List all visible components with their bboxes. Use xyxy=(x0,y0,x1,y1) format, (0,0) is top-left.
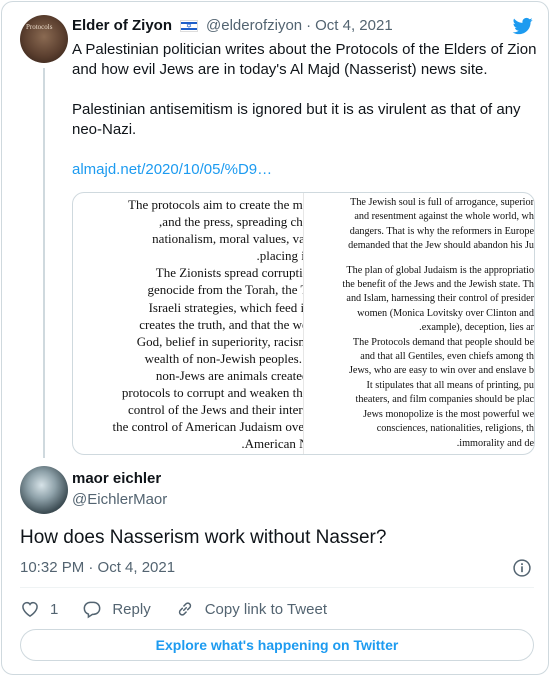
media-right-line: It stipulates that all means of printing… xyxy=(366,379,535,391)
parent-tweet-text: A Palestinian politician writes about th… xyxy=(72,40,537,180)
media-left-line: protocols to corrupt and weaken the xyxy=(121,385,304,401)
parent-tweet-paragraph-1: A Palestinian politician writes about th… xyxy=(72,41,537,78)
parent-tweet-header: Elder of Ziyon ✡ @elderofziyon · Oct 4, … xyxy=(72,17,393,34)
link-icon xyxy=(178,602,191,616)
parent-tweet-paragraph-2: Palestinian antisemitism is ignored but … xyxy=(72,101,521,138)
media-right-line: women (Monica Lovitsky over Clinton and xyxy=(357,307,534,319)
media-paragraph-gap xyxy=(306,254,535,264)
info-icon[interactable] xyxy=(512,558,532,578)
media-left-line: non-Jews are animals created xyxy=(155,367,304,383)
like-button[interactable]: 1 xyxy=(20,599,58,619)
parent-author-name[interactable]: Elder of Ziyon xyxy=(72,17,172,34)
media-right-line: The Jewish soul is full of arrogance, su… xyxy=(350,197,534,208)
media-right-line: Jews monopolize is the most powerful we xyxy=(363,408,534,420)
heart-icon xyxy=(22,601,38,617)
copy-link-button[interactable]: Copy link to Tweet xyxy=(175,599,327,619)
media-left-line: .placing it xyxy=(256,248,304,264)
tweet-media-image[interactable]: The protocols aim to create the me ,and t… xyxy=(72,192,535,455)
media-right-line: and Islam, harnessing their control of p… xyxy=(346,293,534,305)
media-right-line: and that all Gentiles, even chiefs among… xyxy=(360,351,534,363)
reply-author-avatar[interactable] xyxy=(20,466,68,514)
media-right-line: theaters, and film companies should be p… xyxy=(355,394,534,406)
media-right-line: consciences, nationalities, religions, t… xyxy=(376,423,534,435)
copy-link-label: Copy link to Tweet xyxy=(204,600,327,618)
media-left-line: wealth of non-Jewish peoples. . xyxy=(144,350,304,366)
parent-author-handle[interactable]: @elderofziyon xyxy=(206,17,302,34)
actions-divider xyxy=(20,587,534,588)
media-left-line: The Zionists spread corruptic xyxy=(155,265,304,281)
twitter-bird-icon[interactable] xyxy=(512,16,534,36)
media-left-line: control of the Jews and their intere xyxy=(128,402,304,418)
article-link[interactable]: almajd.net/2020/10/05/%D9… xyxy=(72,161,272,178)
media-right-line: and resentment against the whole world, … xyxy=(354,211,534,223)
media-right-line: The Protocols demand that people should … xyxy=(352,336,534,348)
media-right-panel: The Jewish soul is full of arrogance, su… xyxy=(304,193,535,454)
parent-tweet-date[interactable]: Oct 4, 2021 xyxy=(315,17,393,34)
like-count: 1 xyxy=(50,600,59,618)
thread-connector-line xyxy=(43,68,45,458)
media-left-panel: The protocols aim to create the me ,and t… xyxy=(73,193,304,454)
media-left-line: creates the truth, and that the wo xyxy=(139,316,304,332)
media-left-line: .American N xyxy=(241,436,304,452)
reply-label: Reply xyxy=(112,600,151,618)
media-left-line: The protocols aim to create the me xyxy=(128,197,304,212)
embedded-tweet-card: Protocols Elder of Ziyon ✡ @elderofziyon… xyxy=(1,1,549,675)
header-separator: · xyxy=(306,17,312,34)
media-left-line: the control of American Judaism over xyxy=(112,419,304,435)
media-right-line: demanded that the Jew should abandon his… xyxy=(348,240,534,252)
media-left-line: Israeli strategies, which feed ir xyxy=(148,299,304,315)
media-left-line: nationalism, moral values, val xyxy=(152,231,304,247)
reply-author-name[interactable]: maor eichler xyxy=(72,470,161,487)
media-right-line: .example), deception, lies ar xyxy=(419,322,534,334)
media-left-line: God, belief in superiority, racism xyxy=(136,333,304,349)
parent-author-avatar[interactable]: Protocols xyxy=(20,15,68,63)
tweet-actions-bar: 1 Reply Copy link to Tweet xyxy=(20,599,351,619)
explore-twitter-button[interactable]: Explore what's happening on Twitter xyxy=(20,629,534,661)
reply-bubble-icon xyxy=(83,601,101,619)
media-right-line: dangers. That is why the reformers in Eu… xyxy=(349,225,534,237)
media-left-line: genocide from the Torah, the T xyxy=(147,282,304,298)
reply-button[interactable]: Reply xyxy=(82,599,151,619)
media-right-line: Jews, who are easy to win over and ensla… xyxy=(348,365,534,377)
avatar-logo-text: Protocols xyxy=(26,23,53,31)
media-right-line: the benefit of the Jews and the Jewish s… xyxy=(342,279,534,291)
reply-tweet-text: How does Nasserism work without Nasser? xyxy=(20,527,387,548)
media-left-line: ,and the press, spreading cha xyxy=(159,214,304,230)
israel-flag-icon: ✡ xyxy=(180,19,199,32)
reply-tweet-timestamp[interactable]: 10:32 PM · Oct 4, 2021 xyxy=(20,559,175,576)
media-right-line: The plan of global Judaism is the approp… xyxy=(346,264,534,276)
reply-author-handle[interactable]: @EichlerMaor xyxy=(72,491,167,508)
media-right-line: .immorality and de xyxy=(456,437,534,449)
